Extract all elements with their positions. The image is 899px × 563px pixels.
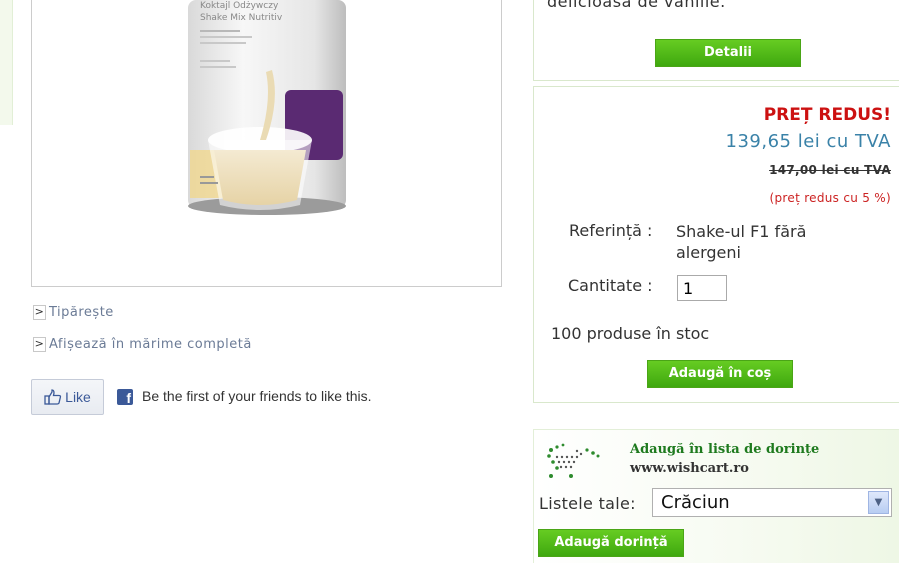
chevron-down-icon[interactable]: ▼ [868, 491, 889, 514]
svg-text:Koktajl Odżywczy: Koktajl Odżywczy [200, 1, 279, 11]
current-price: 139,65 lei cu TVA [725, 131, 891, 152]
facebook-like-button[interactable]: Like [31, 379, 104, 415]
facebook-icon: f [117, 389, 133, 405]
wishcart-logo-icon[interactable] [543, 442, 601, 480]
wishlist-title[interactable]: Adaugă în lista de dorințe [630, 442, 819, 457]
product-image-frame: Koktajl Odżywczy Shake Mix Nutritiv [31, 0, 502, 287]
product-image[interactable]: Koktajl Odżywczy Shake Mix Nutritiv [180, 0, 354, 218]
add-to-cart-button[interactable]: Adaugă în coș [647, 360, 793, 388]
wishlist-selected-value: Crăciun [661, 492, 730, 513]
svg-text:Shake Mix Nutritiv: Shake Mix Nutritiv [200, 13, 283, 23]
arrow-right-icon: > [33, 305, 46, 320]
print-link[interactable]: > Tipărește [33, 305, 114, 320]
left-strip [0, 0, 13, 125]
details-button[interactable]: Detalii [655, 39, 801, 67]
quantity-input[interactable] [677, 275, 727, 301]
reduced-price-title: PREȚ REDUS! [763, 105, 891, 125]
wishlist-site[interactable]: www.wishcart.ro [630, 461, 749, 476]
like-label: Like [65, 389, 91, 405]
stock-text: 100 produse în stoc [551, 324, 710, 343]
discount-text: (preț redus cu 5 %) [769, 191, 891, 205]
product-description-panel: delicioasă de vanilie. Detalii [533, 0, 899, 81]
add-wish-button[interactable]: Adaugă dorință [538, 529, 684, 557]
reference-value: Shake-ul F1 fără alergeni [676, 222, 807, 262]
print-label: Tipărește [49, 305, 114, 320]
fullsize-link[interactable]: > Afișează în mărime completă [33, 337, 252, 352]
old-price: 147,00 lei cu TVA [769, 163, 891, 177]
facebook-social-text: Be the first of your friends to like thi… [142, 388, 372, 404]
wishlist-select[interactable]: Crăciun ▼ [652, 488, 892, 517]
arrow-right-icon: > [33, 337, 46, 352]
wishlist-panel: Adaugă în lista de dorințe www.wishcart.… [533, 429, 899, 563]
description-text: delicioasă de vanilie. [547, 0, 726, 11]
price-panel: PREȚ REDUS! 139,65 lei cu TVA 147,00 lei… [533, 86, 899, 403]
quantity-label: Cantitate : [568, 276, 653, 295]
fullsize-label: Afișează în mărime completă [49, 337, 252, 352]
reference-label: Referință : [569, 221, 653, 240]
thumbs-up-icon [44, 389, 62, 405]
wishlist-lists-label: Listele tale: [539, 494, 636, 513]
